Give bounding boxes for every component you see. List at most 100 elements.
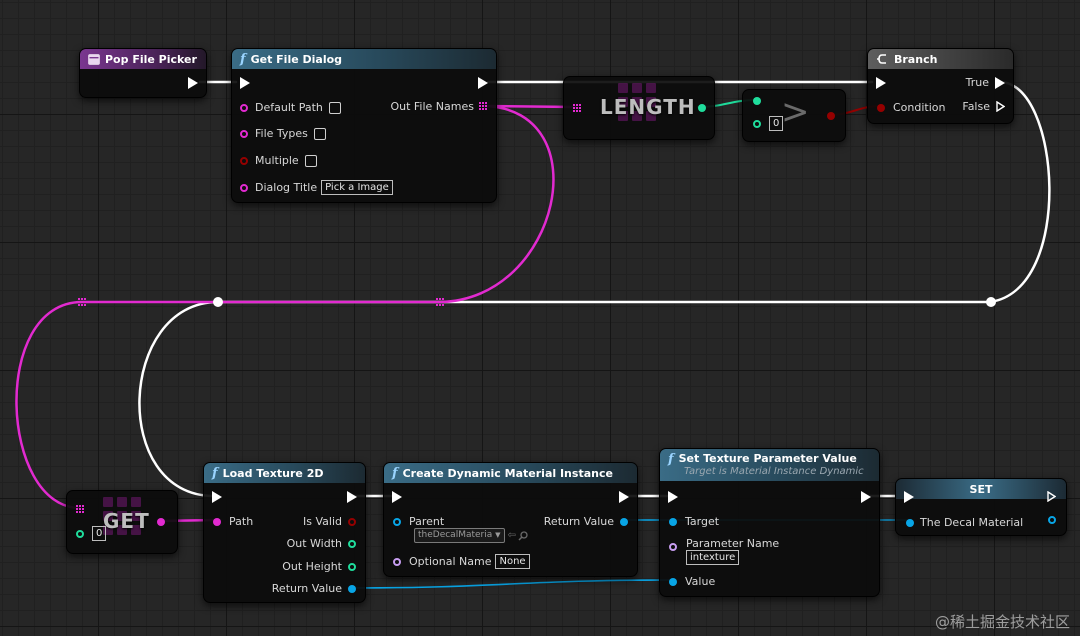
multiple-checkbox[interactable] [304, 154, 317, 167]
exec-out-pin[interactable] [347, 491, 357, 503]
target-pin[interactable]: Target [669, 515, 719, 528]
false-pin[interactable]: False [962, 100, 1005, 113]
parent-asset-picker[interactable]: theDecalMateria ▼ ⇦ [414, 528, 528, 543]
parent-asset-value: theDecalMateria [418, 530, 493, 540]
reroute-knot[interactable] [436, 298, 445, 307]
node-set-texture-parameter-value[interactable]: f Set Texture Parameter Value Target is … [659, 448, 880, 597]
exec-out-pin[interactable] [188, 77, 198, 89]
exec-in-pin[interactable] [904, 491, 914, 503]
exec-pin-icon [904, 491, 914, 503]
exec-pin-icon [392, 491, 402, 503]
branch-icon [877, 54, 886, 64]
reroute-knot[interactable] [213, 297, 223, 307]
out-file-names-pin[interactable]: Out File Names [390, 100, 488, 113]
parent-asset-dropdown[interactable]: theDecalMateria ▼ [414, 528, 505, 543]
reroute-knot[interactable] [986, 297, 996, 307]
int-in-pin-a[interactable] [753, 97, 761, 105]
pin-label: Multiple [255, 154, 299, 167]
parent-pin[interactable]: Parent [393, 515, 444, 528]
exec-pin-icon [861, 491, 871, 503]
is-valid-pin[interactable]: Is Valid [303, 515, 356, 528]
parameter-name-pin[interactable] [669, 543, 677, 551]
parameter-name-input[interactable]: intexture [686, 550, 740, 565]
string-pin-icon [157, 518, 165, 526]
node-set-variable[interactable]: SET The Decal Material [895, 478, 1067, 536]
node-branch[interactable]: Branch Condition True False [867, 48, 1014, 124]
node-header: f Create Dynamic Material Instance [384, 463, 637, 483]
node-greater-than[interactable]: > 0 [742, 89, 846, 142]
pin-label: Path [229, 515, 254, 528]
int-out-pin[interactable] [698, 104, 706, 112]
pin-label: True [965, 76, 989, 89]
node-load-texture-2d[interactable]: f Load Texture 2D Path Is Valid Out Widt… [203, 462, 366, 603]
optional-name-input[interactable]: None [495, 554, 530, 569]
multiple-pin[interactable]: Multiple [240, 154, 317, 167]
array-in-pin[interactable] [76, 505, 85, 514]
out-width-pin[interactable]: Out Width [287, 537, 356, 550]
file-types-input[interactable] [313, 127, 326, 140]
exec-out-pin[interactable] [1047, 491, 1056, 502]
pin-label: Condition [893, 101, 946, 114]
array-pin-icon [573, 104, 582, 113]
int-pin-icon [753, 97, 761, 105]
default-path-input[interactable] [328, 101, 341, 114]
index-input[interactable]: 0 [92, 526, 107, 541]
node-create-dynamic-material-instance[interactable]: f Create Dynamic Material Instance Paren… [383, 462, 638, 577]
file-types-pin[interactable]: File Types [240, 127, 326, 140]
exec-in-pin[interactable] [240, 77, 250, 89]
out-height-pin[interactable]: Out Height [282, 560, 356, 573]
optional-name-pin[interactable]: Optional Name None [393, 554, 530, 569]
pin-label: Optional Name [409, 555, 492, 568]
object-pin-icon [669, 577, 677, 586]
bool-pin-icon [240, 156, 248, 165]
dialog-title-input[interactable]: Pick a Image [321, 180, 393, 195]
array-pin-icon [479, 102, 488, 111]
path-pin[interactable]: Path [213, 515, 253, 528]
bool-pin-icon [877, 103, 885, 112]
return-value-pin[interactable]: Return Value [544, 515, 628, 528]
node-header: Branch [868, 49, 1013, 69]
node-length[interactable]: LENGTH [563, 76, 715, 140]
reroute-knot[interactable] [78, 298, 87, 307]
node-title: LENGTH [600, 95, 696, 119]
search-icon[interactable] [518, 530, 528, 541]
pin-label: Parameter Name [686, 537, 780, 550]
exec-in-pin[interactable] [392, 491, 402, 503]
pin-label: Out Width [286, 537, 342, 550]
condition-pin[interactable]: Condition [877, 101, 946, 114]
exec-in-pin[interactable] [668, 491, 678, 503]
pin-label: Out Height [282, 560, 342, 573]
compare-value-input[interactable]: 0 [769, 116, 784, 131]
decal-material-out-pin[interactable] [1048, 516, 1056, 524]
index-pin[interactable]: 0 [76, 526, 107, 541]
string-pin-icon [240, 103, 248, 112]
pin-label: Return Value [271, 582, 342, 595]
int-in-pin-b[interactable]: 0 [753, 116, 784, 131]
exec-out-pin[interactable] [478, 77, 488, 89]
dialog-title-pin[interactable]: Dialog Title Pick a Image [240, 180, 393, 195]
pin-label: File Types [255, 127, 308, 140]
decal-material-in-pin[interactable]: The Decal Material [906, 516, 1023, 529]
string-out-pin[interactable] [157, 518, 165, 526]
exec-in-pin[interactable] [212, 491, 222, 503]
function-icon: f [392, 465, 398, 481]
bool-out-pin[interactable] [827, 112, 835, 120]
object-pin-icon [669, 517, 677, 526]
pin-label: Parent [409, 515, 445, 528]
exec-in-pin[interactable] [876, 77, 886, 89]
use-selected-arrow-icon[interactable]: ⇦ [508, 530, 516, 541]
return-value-pin[interactable]: Return Value [272, 582, 356, 595]
name-pin-icon [669, 543, 677, 551]
int-pin-icon [753, 119, 761, 128]
node-get[interactable]: GET 0 [66, 490, 178, 554]
default-path-pin[interactable]: Default Path [240, 101, 341, 114]
value-pin[interactable]: Value [669, 575, 715, 588]
node-get-file-dialog[interactable]: f Get File Dialog Default Path File Type… [231, 48, 497, 203]
array-in-pin[interactable] [573, 104, 582, 113]
exec-out-pin[interactable] [619, 491, 629, 503]
node-pop-file-picker[interactable]: Pop File Picker [79, 48, 207, 98]
exec-out-pin[interactable] [861, 491, 871, 503]
int-pin-icon [76, 529, 84, 538]
true-pin[interactable]: True [966, 76, 1005, 89]
exec-pin-icon [619, 491, 629, 503]
